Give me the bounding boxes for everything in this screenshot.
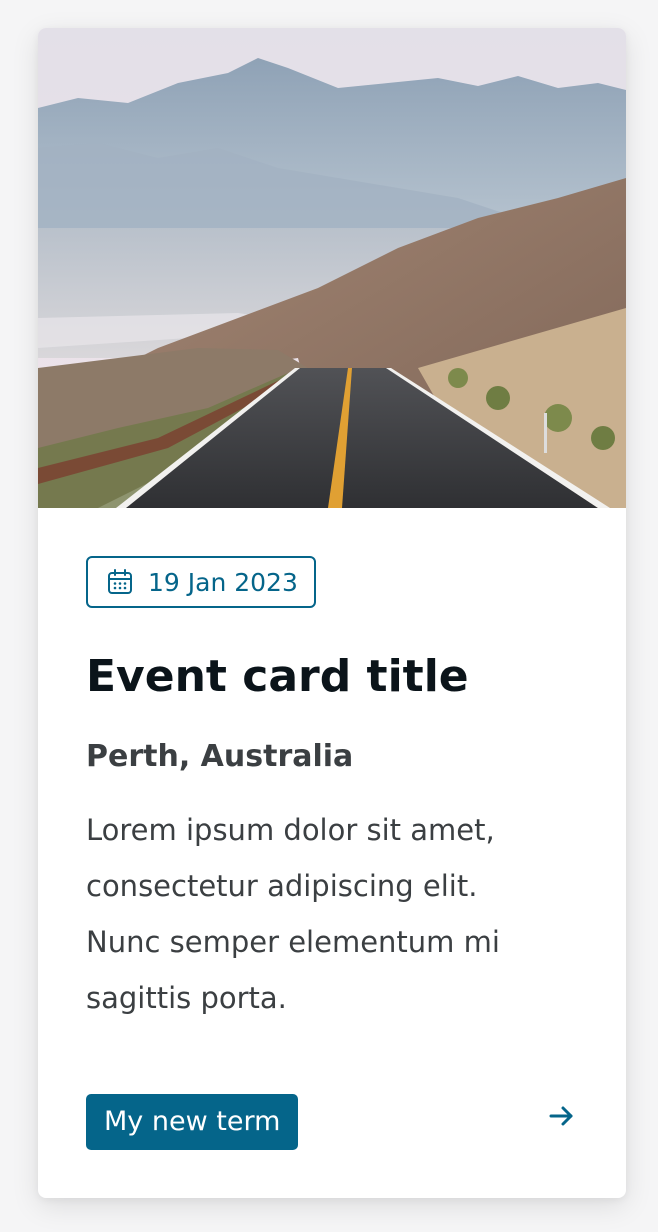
term-tag[interactable]: My new term [86, 1094, 299, 1150]
card-content: 19 Jan 2023 Event card title Perth, Aust… [86, 556, 578, 1026]
event-description: Lorem ipsum dolor sit amet, consectetur … [86, 812, 500, 1015]
page: 19 Jan 2023 Event card title Perth, Aust… [0, 0, 658, 1232]
event-title: Event card title [86, 651, 469, 702]
date-badge: 19 Jan 2023 [86, 556, 316, 608]
arrow-right-icon[interactable] [546, 1100, 578, 1132]
event-location: Perth, Australia [86, 738, 354, 774]
event-image [38, 28, 626, 508]
event-card[interactable]: 19 Jan 2023 Event card title Perth, Aust… [38, 28, 626, 1198]
card-footer: My new term [86, 1094, 578, 1150]
calendar-icon [108, 569, 132, 594]
event-date: 19 Jan 2023 [148, 567, 298, 597]
